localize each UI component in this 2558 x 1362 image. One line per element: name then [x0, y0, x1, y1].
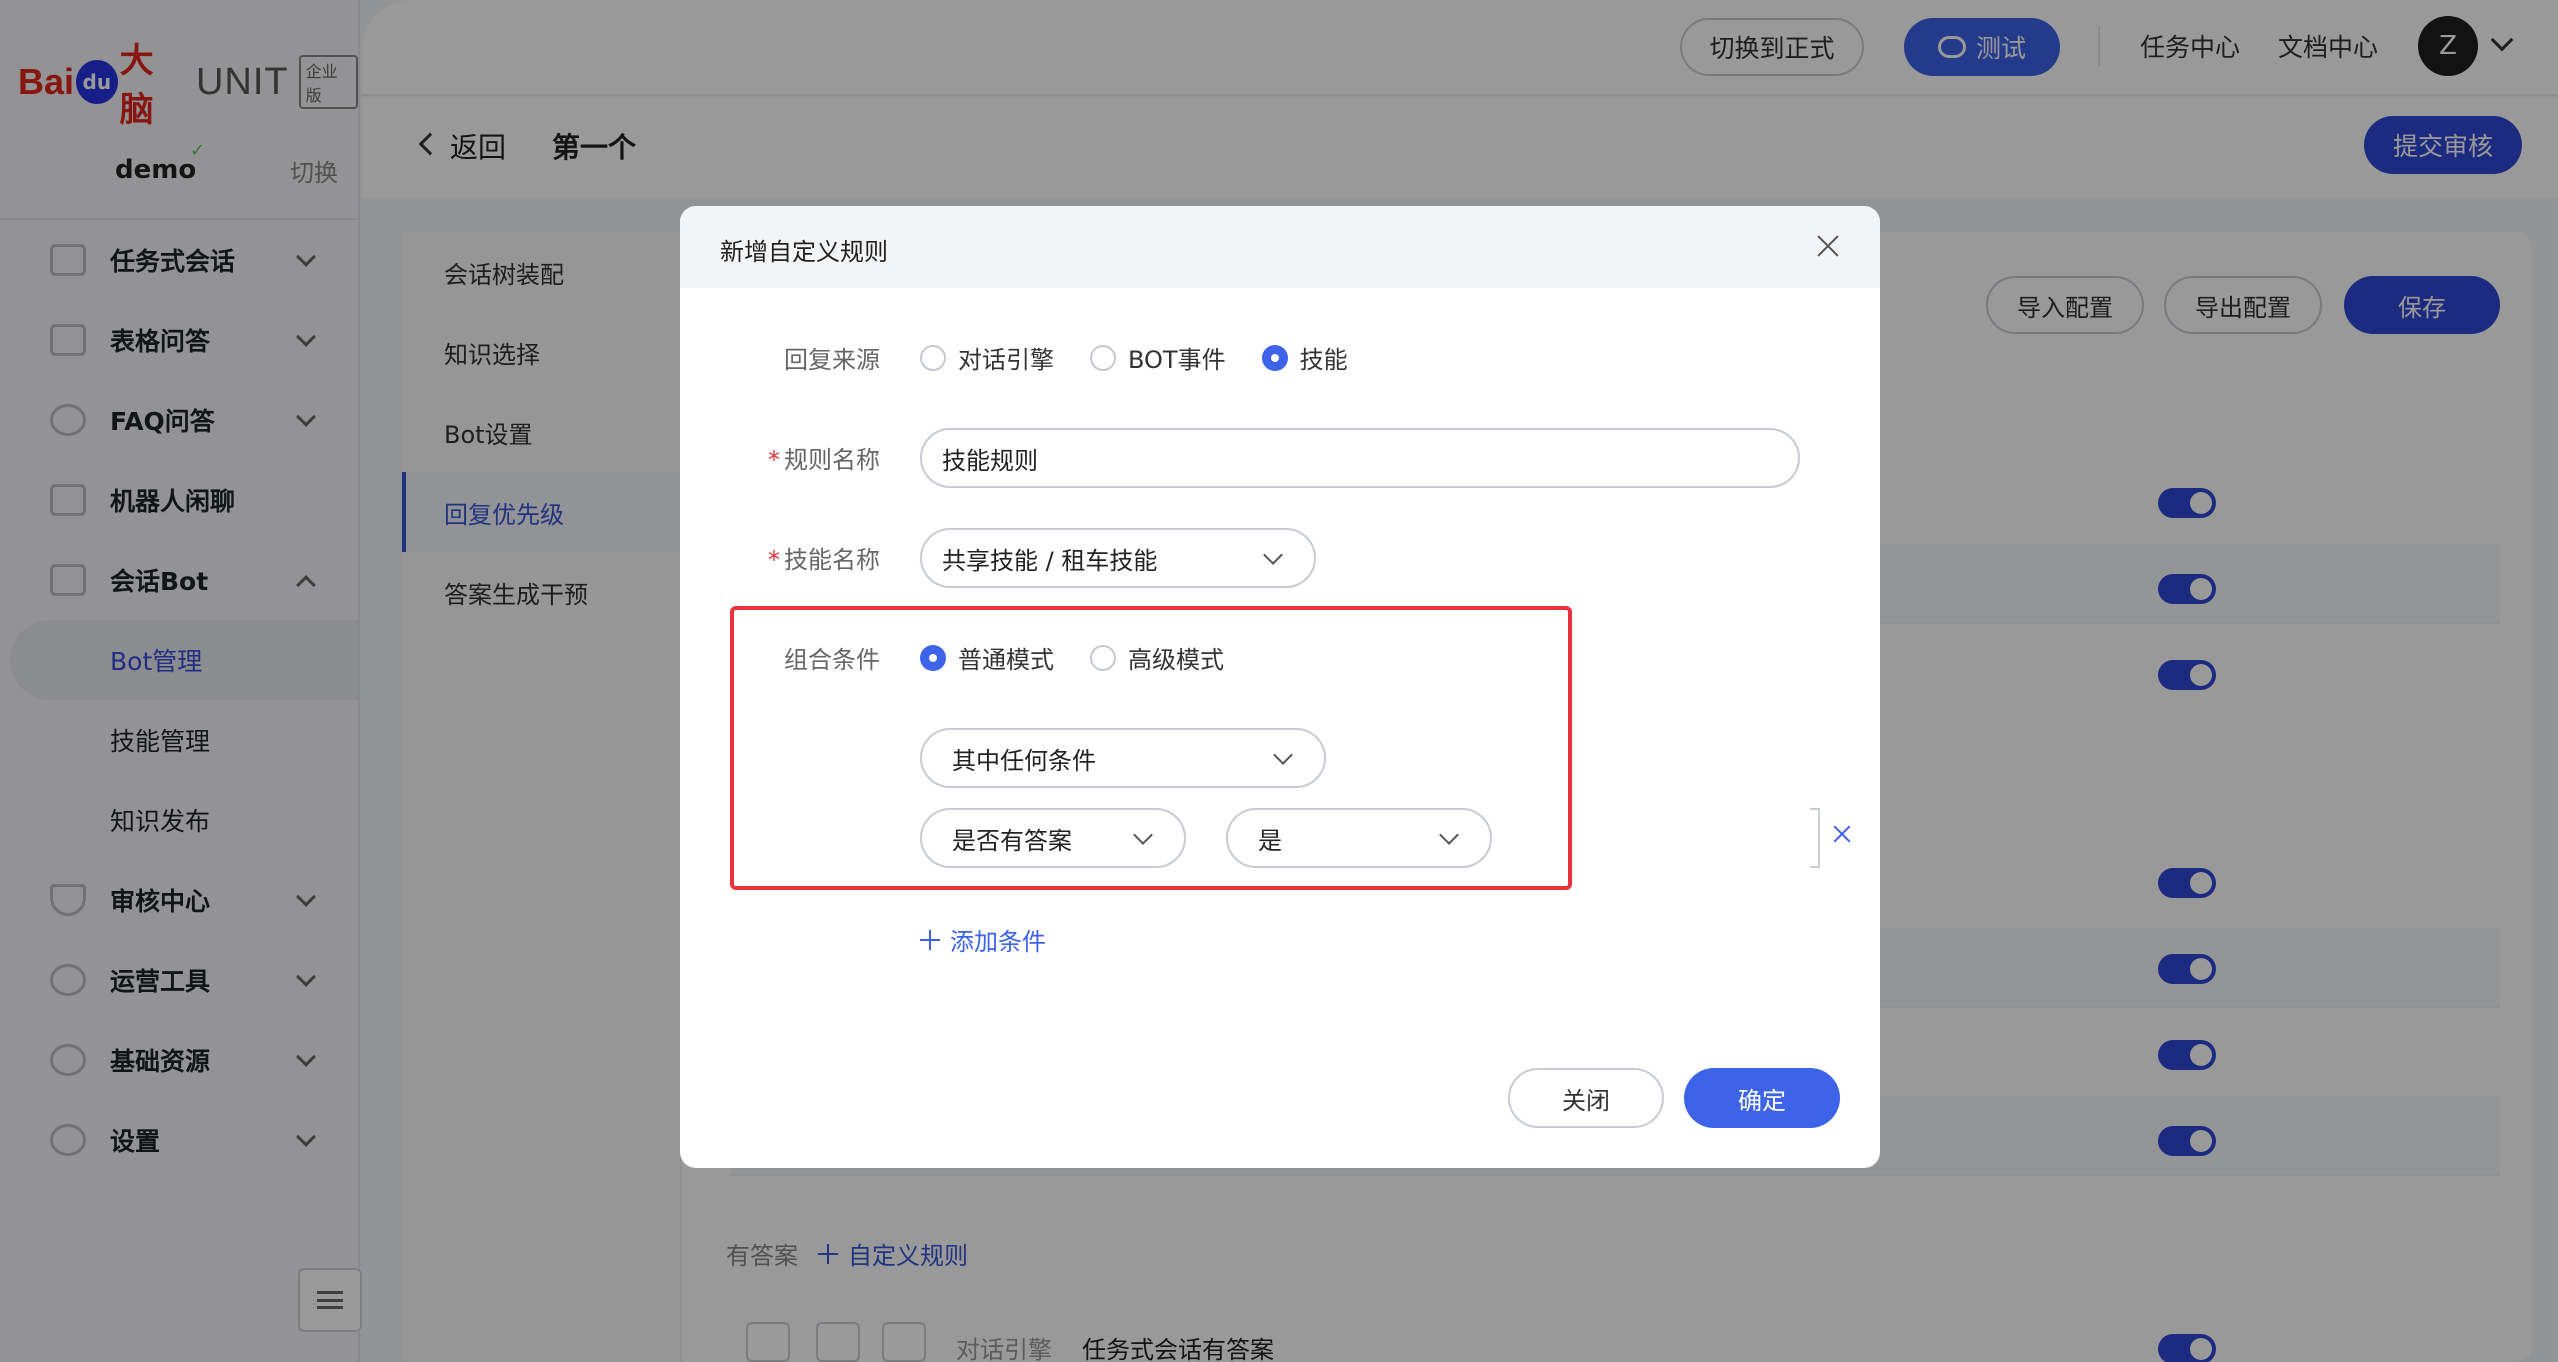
input-value: 技能规则	[942, 446, 1038, 475]
rule-name-label: * 规则名称	[768, 446, 880, 474]
radio-dialog-engine[interactable]: 对话引擎	[920, 340, 1054, 375]
remove-condition-icon[interactable]	[1830, 822, 1854, 846]
combine-condition-label: 组合条件	[784, 646, 880, 674]
radio-advanced-mode[interactable]: 高级模式	[1090, 640, 1224, 675]
dialog-header: 新增自定义规则	[680, 206, 1880, 288]
reply-source-label: 回复来源	[784, 346, 880, 374]
select-value: 共享技能 / 租车技能	[942, 546, 1158, 575]
rule-name-input[interactable]: 技能规则	[920, 428, 1800, 488]
add-custom-rule-dialog: 新增自定义规则 回复来源 对话引擎 BOT事件 技能 * 规则名称 技能规则 * 技…	[680, 206, 1880, 1168]
radio-normal-mode[interactable]: 普通模式	[920, 640, 1054, 675]
dialog-title: 新增自定义规则	[720, 238, 888, 266]
radio-skill[interactable]: 技能	[1261, 340, 1348, 375]
reply-source-radio-group: 对话引擎 BOT事件 技能	[920, 340, 1384, 375]
radio-bot-event[interactable]: BOT事件	[1090, 340, 1226, 375]
skill-name-label: * 技能名称	[768, 546, 880, 574]
select-value: 是	[1258, 826, 1282, 855]
close-button[interactable]: 关闭	[1508, 1068, 1664, 1128]
condition-value-select[interactable]: 是	[1226, 808, 1492, 868]
link-label: 添加条件	[950, 928, 1046, 956]
plus-icon	[920, 929, 940, 950]
radio-label: 对话引擎	[958, 346, 1054, 374]
close-icon[interactable]	[1812, 230, 1844, 262]
condition-bracket	[1810, 808, 1820, 868]
radio-circle	[920, 344, 946, 371]
select-value: 是否有答案	[952, 826, 1072, 855]
radio-circle	[1261, 344, 1288, 371]
radio-circle	[1090, 344, 1116, 371]
add-condition-link[interactable]: 添加条件	[920, 922, 1046, 957]
radio-label: 普通模式	[958, 646, 1054, 674]
chevron-down-icon	[1273, 745, 1293, 765]
radio-label: BOT事件	[1128, 346, 1226, 374]
match-mode-select[interactable]: 其中任何条件	[920, 728, 1326, 788]
chevron-down-icon	[1133, 825, 1153, 845]
radio-label: 技能	[1299, 346, 1348, 374]
button-label: 确定	[1738, 1086, 1786, 1115]
condition-field-select[interactable]: 是否有答案	[920, 808, 1186, 868]
radio-label: 高级模式	[1128, 646, 1224, 674]
select-value: 其中任何条件	[952, 746, 1096, 775]
button-label: 关闭	[1562, 1086, 1610, 1115]
combine-mode-radio-group: 普通模式 高级模式	[920, 640, 1260, 675]
confirm-button[interactable]: 确定	[1684, 1068, 1840, 1128]
chevron-down-icon	[1263, 545, 1283, 565]
radio-circle	[1090, 644, 1116, 671]
chevron-down-icon	[1439, 825, 1459, 845]
skill-name-select[interactable]: 共享技能 / 租车技能	[920, 528, 1316, 588]
radio-circle	[920, 644, 946, 671]
